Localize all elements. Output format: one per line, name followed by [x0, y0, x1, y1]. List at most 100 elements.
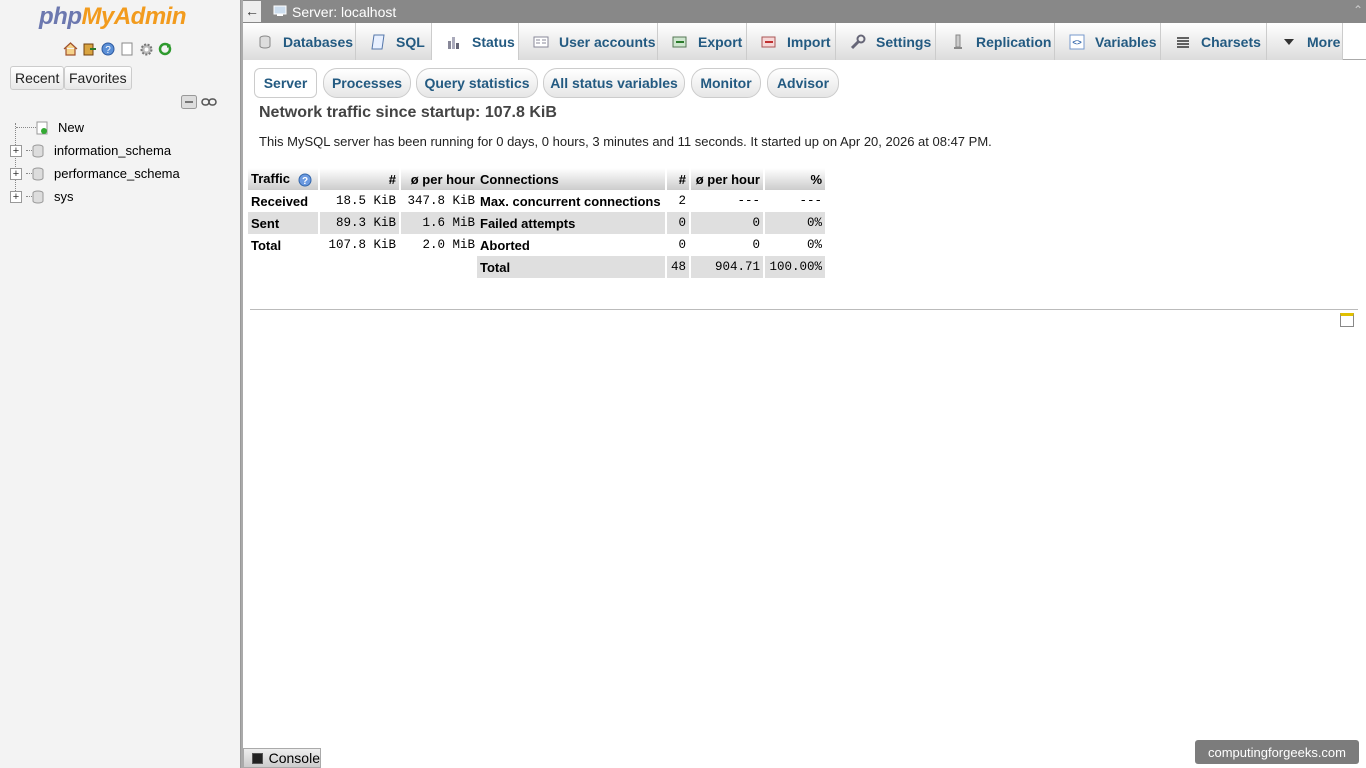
expand-icon[interactable]: + — [10, 190, 22, 203]
svg-text:<>: <> — [1072, 38, 1082, 47]
tab-label: Import — [787, 33, 831, 50]
table-row: Received 18.5 KiB 347.8 KiB — [248, 190, 478, 212]
main-tabs: Databases SQL Status User accounts Expor… — [243, 23, 1366, 60]
gear-icon[interactable] — [138, 41, 154, 57]
home-icon[interactable] — [62, 41, 78, 57]
table-header: ø per hour — [691, 168, 763, 190]
tree-item-information-schema[interactable]: + information_schema — [8, 139, 180, 162]
table-row: Max. concurrent connections 2 --- --- — [477, 190, 825, 212]
sql-icon — [370, 34, 386, 50]
tree-item-label[interactable]: information_schema — [54, 143, 171, 158]
subtab-processes[interactable]: Processes — [323, 68, 411, 98]
tab-sql[interactable]: SQL — [356, 23, 432, 60]
reload-icon[interactable] — [157, 41, 173, 57]
table-cell: 904.71 — [691, 256, 763, 278]
server-title[interactable]: Server: localhost — [292, 4, 396, 20]
tree-item-label[interactable]: sys — [54, 189, 74, 204]
table-cell: 0 — [667, 212, 689, 234]
tab-variables[interactable]: <> Variables — [1055, 23, 1161, 60]
table-cell: 18.5 KiB — [320, 190, 399, 212]
table-cell: 0% — [765, 234, 825, 256]
database-icon — [32, 144, 44, 158]
expand-icon[interactable]: + — [10, 167, 22, 180]
tab-label: Replication — [976, 33, 1052, 50]
server-icon — [273, 5, 287, 16]
tab-label: SQL — [396, 33, 425, 50]
tab-status[interactable]: Status — [432, 23, 519, 60]
table-row: Failed attempts 0 0 0% — [477, 212, 825, 234]
favorites-button[interactable]: Favorites — [64, 66, 132, 90]
tab-more[interactable]: More — [1267, 23, 1343, 60]
subtab-advisor[interactable]: Advisor — [767, 68, 839, 98]
network-traffic-heading: Network traffic since startup: 107.8 KiB — [259, 104, 557, 121]
tab-charsets[interactable]: Charsets — [1161, 23, 1267, 60]
tab-databases[interactable]: Databases — [243, 23, 356, 60]
console-label: Console — [268, 750, 320, 766]
help-icon[interactable]: ? — [100, 41, 116, 57]
table-cell: 2 — [667, 190, 689, 212]
tab-replication[interactable]: Replication — [936, 23, 1055, 60]
table-header: Connections — [477, 168, 665, 190]
table-cell: Sent — [248, 212, 318, 234]
table-cell: Aborted — [477, 234, 665, 256]
subtab-query-statistics[interactable]: Query statistics — [416, 68, 538, 98]
docs-icon[interactable] — [119, 41, 135, 57]
svg-text:?: ? — [302, 176, 308, 187]
tree-item-new[interactable]: New — [8, 116, 180, 139]
tab-export[interactable]: Export — [658, 23, 747, 60]
uptime-text: This MySQL server has been running for 0… — [259, 134, 992, 149]
users-icon — [533, 34, 549, 50]
tab-label: Charsets — [1201, 33, 1261, 50]
svg-text:?: ? — [105, 45, 111, 56]
tab-settings[interactable]: Settings — [836, 23, 936, 60]
traffic-table: Traffic ? # ø per hour Received 18.5 KiB… — [246, 168, 480, 256]
table-cell: 0% — [765, 212, 825, 234]
collapse-sidebar-arrow-icon[interactable]: ← — [243, 1, 261, 22]
table-cell: 107.8 KiB — [320, 234, 399, 256]
sidebar-resizer[interactable] — [240, 0, 243, 768]
subtab-server[interactable]: Server — [254, 68, 317, 98]
table-row: Aborted 0 0 0% — [477, 234, 825, 256]
database-icon — [257, 34, 273, 50]
table-cell: 0 — [667, 234, 689, 256]
link-icon[interactable] — [201, 95, 217, 109]
divider — [250, 309, 1358, 310]
notes-icon[interactable] — [1340, 313, 1354, 327]
table-row: Total 107.8 KiB 2.0 MiB — [248, 234, 478, 256]
subtab-all-status-variables[interactable]: All status variables — [543, 68, 685, 98]
table-cell: 100.00% — [765, 256, 825, 278]
tab-user-accounts[interactable]: User accounts — [519, 23, 658, 60]
new-database-icon — [36, 121, 48, 135]
tree-item-performance-schema[interactable]: + performance_schema — [8, 162, 180, 185]
table-header: ø per hour — [401, 168, 478, 190]
collapse-all-icon[interactable] — [181, 95, 197, 109]
variables-icon: <> — [1069, 34, 1085, 50]
table-cell: 2.0 MiB — [401, 234, 478, 256]
table-cell: 0 — [691, 212, 763, 234]
replication-icon — [950, 34, 966, 50]
tree-item-label[interactable]: New — [58, 120, 84, 135]
table-cell: 48 — [667, 256, 689, 278]
table-row: Total 48 904.71 100.00% — [477, 256, 825, 278]
scroll-top-icon[interactable]: ⌃ — [1353, 3, 1363, 17]
subtab-monitor[interactable]: Monitor — [691, 68, 761, 98]
tab-label: Export — [698, 33, 743, 50]
expand-icon[interactable]: + — [10, 144, 22, 157]
logout-icon[interactable] — [81, 41, 97, 57]
tab-import[interactable]: Import — [747, 23, 836, 60]
recent-button[interactable]: Recent — [10, 66, 65, 90]
tree-item-sys[interactable]: + sys — [8, 185, 180, 208]
status-icon — [446, 34, 462, 50]
navigation-sidebar: phpMyAdmin ? Recent Favorites New + info… — [0, 0, 240, 768]
phpmyadmin-logo[interactable]: phpMyAdmin — [39, 3, 186, 31]
table-header: Traffic ? — [248, 168, 318, 190]
tab-label: User accounts — [559, 33, 656, 50]
console-icon — [252, 752, 263, 764]
tree-item-label[interactable]: performance_schema — [54, 166, 180, 181]
help-icon[interactable]: ? — [298, 173, 312, 187]
tab-label: More — [1307, 33, 1341, 50]
table-cell: --- — [765, 190, 825, 212]
console-toggle[interactable]: Console — [243, 748, 321, 768]
server-breadcrumb-bar: ← Server: localhost ⌃ — [243, 0, 1366, 23]
table-cell: Received — [248, 190, 318, 212]
